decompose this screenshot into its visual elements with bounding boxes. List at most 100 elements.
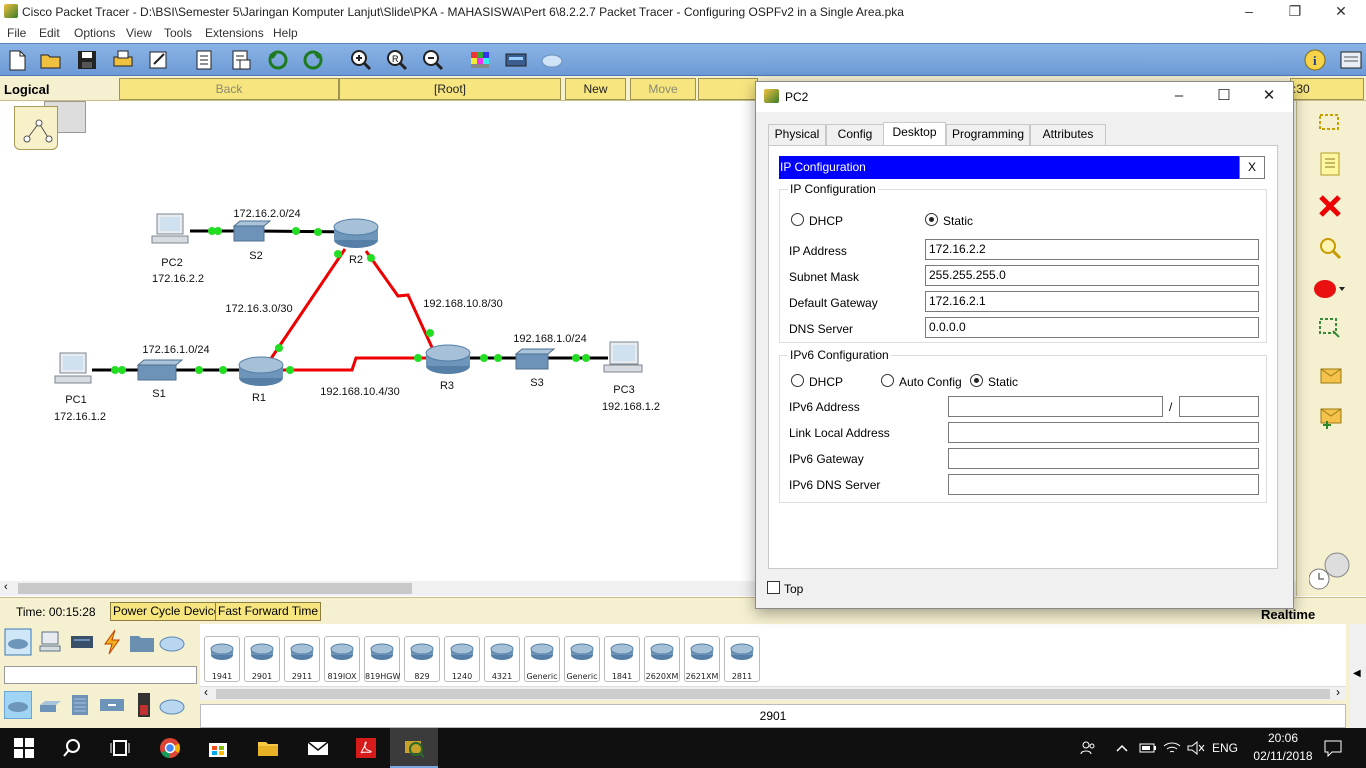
- zoom-out-icon[interactable]: [420, 48, 446, 72]
- ipv6-address-field[interactable]: [948, 396, 1163, 417]
- packet-tracer-taskbar-button[interactable]: [390, 728, 438, 768]
- language-indicator[interactable]: ENG: [1212, 741, 1238, 755]
- print-icon[interactable]: [110, 48, 136, 72]
- close-button[interactable]: ✕: [1318, 0, 1364, 24]
- add-simple-pdu-icon[interactable]: [1317, 363, 1343, 389]
- ipv6-dhcp-radio[interactable]: [791, 374, 804, 387]
- router-model-item[interactable]: 2911: [284, 636, 320, 682]
- router-model-item[interactable]: Generic: [524, 636, 560, 682]
- dialog-maximize-button[interactable]: ☐: [1201, 82, 1247, 112]
- new-cluster-button[interactable]: New Cluster: [565, 78, 626, 116]
- router-model-item[interactable]: 1240: [444, 636, 480, 682]
- connections-category-icon[interactable]: [98, 628, 126, 656]
- scroll-left-triangle-icon[interactable]: ◀: [1353, 668, 1361, 679]
- routers-subcategory-icon[interactable]: [4, 691, 32, 719]
- subnet-mask-field[interactable]: 255.255.255.0: [925, 265, 1259, 286]
- ipv6-gateway-field[interactable]: [948, 448, 1259, 469]
- r3-device[interactable]: [425, 344, 471, 374]
- end-devices-category-icon[interactable]: [36, 628, 64, 656]
- power-cycle-devices-button[interactable]: Power Cycle Devices: [110, 602, 230, 621]
- root-button[interactable]: [Root]: [339, 78, 561, 100]
- volume-muted-icon[interactable]: [1187, 740, 1205, 756]
- add-complex-pdu-icon[interactable]: [1317, 403, 1343, 429]
- router-model-item[interactable]: Generic: [564, 636, 600, 682]
- set-tiled-background-button[interactable]: [698, 78, 758, 100]
- ip-address-field[interactable]: 172.16.2.2: [925, 239, 1259, 260]
- router-model-item[interactable]: 1941: [204, 636, 240, 682]
- scroll-left-arrow-icon[interactable]: ‹: [4, 581, 8, 593]
- network-information-icon[interactable]: [1338, 48, 1364, 72]
- router-model-item[interactable]: 829: [404, 636, 440, 682]
- start-button[interactable]: [0, 728, 48, 768]
- simulation-mode-icon[interactable]: [1309, 547, 1357, 591]
- store-taskbar-button[interactable]: [194, 728, 242, 768]
- mail-taskbar-button[interactable]: [294, 728, 342, 768]
- pc1-device[interactable]: [54, 352, 92, 384]
- network-devices-category-icon[interactable]: [4, 628, 32, 656]
- zoom-reset-icon[interactable]: R: [384, 48, 410, 72]
- task-view-button[interactable]: [96, 728, 144, 768]
- ipv4-dhcp-radio[interactable]: [791, 213, 804, 226]
- resize-shape-icon[interactable]: [1317, 315, 1343, 341]
- tab-desktop[interactable]: Desktop: [883, 122, 946, 146]
- cloud-icon[interactable]: [539, 48, 565, 72]
- palette-icon[interactable]: [467, 48, 493, 72]
- note-icon[interactable]: [1317, 151, 1343, 177]
- ip-config-close-button[interactable]: X: [1239, 156, 1265, 179]
- pc2-device[interactable]: [151, 213, 189, 244]
- device-list-scrollbar[interactable]: ‹ ›: [200, 685, 1346, 700]
- menu-edit[interactable]: Edit: [39, 26, 60, 40]
- scrollbar-thumb[interactable]: [18, 583, 412, 594]
- inspect-icon[interactable]: [1317, 235, 1343, 261]
- ipv4-static-radio[interactable]: [925, 213, 938, 226]
- scrollbar-thumb[interactable]: [216, 689, 1330, 699]
- undo-icon[interactable]: [265, 48, 291, 72]
- router-model-item[interactable]: 2811: [724, 636, 760, 682]
- save-icon[interactable]: [74, 48, 100, 72]
- open-folder-icon[interactable]: [38, 48, 64, 72]
- notifications-icon[interactable]: [1323, 739, 1343, 757]
- scroll-left-arrow-icon[interactable]: ‹: [204, 685, 208, 699]
- activity-wizard-icon[interactable]: [146, 48, 172, 72]
- tab-attributes[interactable]: Attributes: [1030, 124, 1106, 145]
- router-model-item[interactable]: 2621XM: [684, 636, 720, 682]
- restore-button[interactable]: ❐: [1272, 0, 1318, 24]
- scroll-right-arrow-icon[interactable]: ›: [1336, 685, 1340, 699]
- hubs-subcategory-icon[interactable]: [66, 691, 94, 719]
- menu-options[interactable]: Options: [74, 26, 115, 40]
- clock-time[interactable]: 20:06: [1251, 731, 1315, 745]
- switches-subcategory-icon[interactable]: [36, 691, 64, 719]
- info-icon[interactable]: i: [1302, 48, 1328, 72]
- redo-icon[interactable]: [300, 48, 326, 72]
- dialog-close-button[interactable]: ✕: [1246, 82, 1292, 112]
- file-explorer-taskbar-button[interactable]: [244, 728, 292, 768]
- zoom-in-icon[interactable]: [348, 48, 374, 72]
- menu-tools[interactable]: Tools: [164, 26, 192, 40]
- paste-icon[interactable]: [228, 48, 254, 72]
- miscellaneous-category-icon[interactable]: [128, 628, 156, 656]
- people-icon[interactable]: [1080, 740, 1096, 756]
- back-button[interactable]: Back: [119, 78, 339, 100]
- delete-icon[interactable]: [1317, 193, 1343, 219]
- device-panel-vertical-scrollbar[interactable]: ◀: [1350, 624, 1366, 728]
- search-button[interactable]: [48, 728, 96, 768]
- tab-physical[interactable]: Physical: [768, 124, 826, 145]
- acrobat-taskbar-button[interactable]: [342, 728, 390, 768]
- pc3-device[interactable]: [603, 341, 643, 373]
- menu-help[interactable]: Help: [273, 26, 298, 40]
- default-gateway-field[interactable]: 172.16.2.1: [925, 291, 1259, 312]
- clock-date[interactable]: 02/11/2018: [1246, 749, 1320, 763]
- ipv6-auto-config-radio[interactable]: [881, 374, 894, 387]
- security-subcategory-icon[interactable]: [130, 691, 158, 719]
- viewport-button[interactable]: :30: [1290, 78, 1364, 100]
- components-category-icon[interactable]: [68, 628, 96, 656]
- link-local-address-field[interactable]: [948, 422, 1259, 443]
- chevron-up-icon[interactable]: [1115, 741, 1129, 755]
- wan-emulation-subcategory-icon[interactable]: [158, 691, 186, 719]
- chrome-taskbar-button[interactable]: [146, 728, 194, 768]
- realtime-mode-label[interactable]: Realtime: [1261, 607, 1315, 622]
- select-icon[interactable]: [1317, 111, 1343, 135]
- battery-icon[interactable]: [1139, 741, 1157, 755]
- s1-device[interactable]: [136, 359, 184, 381]
- router-model-item[interactable]: 2620XM: [644, 636, 680, 682]
